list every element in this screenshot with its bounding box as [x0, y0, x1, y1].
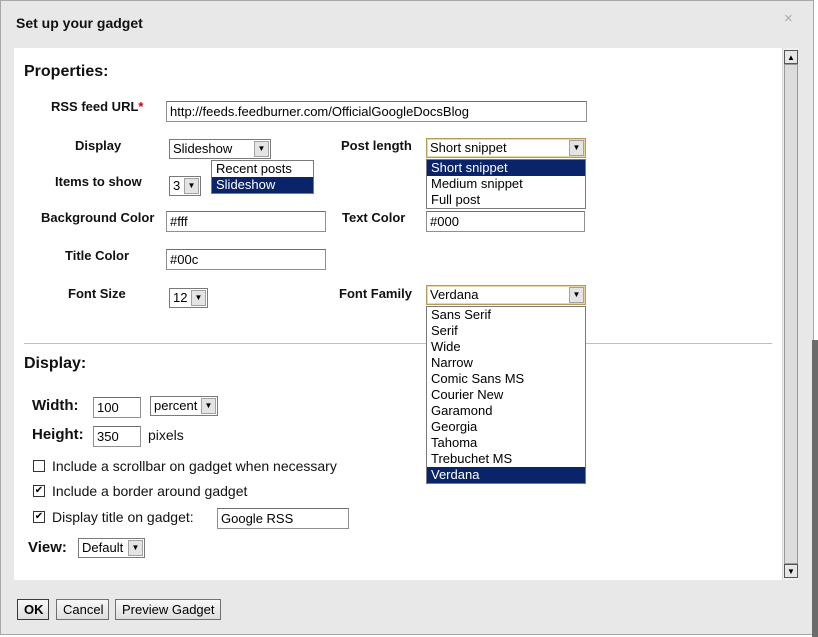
height-input[interactable]: 350	[93, 426, 141, 447]
font-size-label: Font Size	[68, 286, 126, 301]
font-family-option[interactable]: Comic Sans MS	[427, 371, 585, 387]
chevron-down-icon[interactable]: ▼	[191, 290, 206, 306]
ok-button[interactable]: OK	[17, 599, 49, 620]
rss-feed-url-input[interactable]: http://feeds.feedburner.com/OfficialGoog…	[166, 101, 587, 122]
background-color-label: Background Color	[41, 210, 155, 225]
font-family-option[interactable]: Tahoma	[427, 435, 585, 451]
display-option-slideshow[interactable]: Slideshow	[212, 177, 313, 193]
scrollbar-option-label: Include a scrollbar on gadget when neces…	[52, 458, 337, 474]
width-unit-select[interactable]: percent ▼	[150, 396, 218, 416]
chevron-down-icon[interactable]: ▼	[569, 287, 584, 303]
font-family-option-selected[interactable]: Verdana	[427, 467, 585, 483]
chevron-down-icon[interactable]: ▼	[201, 398, 216, 414]
items-to-show-select[interactable]: 3 ▼	[169, 176, 201, 196]
view-select[interactable]: Default ▼	[78, 538, 145, 558]
view-value: Default	[82, 540, 124, 555]
rss-feed-url-label: RSS feed URL*	[51, 99, 143, 114]
title-color-label: Title Color	[65, 248, 130, 263]
font-family-option[interactable]: Garamond	[427, 403, 585, 419]
border-checkbox[interactable]: ✔	[33, 485, 45, 497]
title-color-input[interactable]: #00c	[166, 249, 326, 270]
width-label: Width:	[32, 397, 79, 414]
gadget-title-input[interactable]: Google RSS	[217, 508, 349, 529]
rss-feed-url-label-text: RSS feed URL	[51, 99, 139, 114]
post-length-value: Short snippet	[430, 140, 507, 155]
dialog-title: Set up your gadget	[16, 15, 143, 31]
view-label: View:	[28, 539, 67, 556]
title-checkbox[interactable]: ✔	[33, 511, 45, 523]
gadget-setup-dialog: Set up your gadget × Properties: RSS fee…	[0, 0, 814, 635]
scrollbar-thumb[interactable]	[784, 64, 798, 564]
font-family-select[interactable]: Verdana ▼	[426, 285, 586, 305]
items-to-show-label: Items to show	[55, 174, 142, 189]
post-length-option-full[interactable]: Full post	[427, 192, 585, 208]
display-option-recent-posts[interactable]: Recent posts	[212, 161, 313, 177]
scrollbar-checkbox[interactable]	[33, 460, 45, 472]
text-color-input[interactable]: #000	[426, 211, 585, 232]
font-family-option[interactable]: Wide	[427, 339, 585, 355]
height-label: Height:	[32, 426, 84, 443]
post-length-option-medium[interactable]: Medium snippet	[427, 176, 585, 192]
font-family-option[interactable]: Courier New	[427, 387, 585, 403]
display-select[interactable]: Slideshow ▼	[169, 139, 271, 159]
font-family-option[interactable]: Narrow	[427, 355, 585, 371]
chevron-down-icon[interactable]: ▼	[254, 141, 269, 157]
preview-gadget-button[interactable]: Preview Gadget	[115, 599, 221, 620]
display-heading: Display:	[24, 355, 87, 372]
chevron-down-icon[interactable]: ▼	[128, 540, 143, 556]
text-color-label: Text Color	[342, 210, 406, 225]
border-option-label: Include a border around gadget	[52, 483, 248, 499]
font-family-label: Font Family	[339, 286, 412, 301]
background-color-input[interactable]: #fff	[166, 211, 326, 232]
chevron-down-icon[interactable]: ▼	[184, 178, 199, 194]
height-unit-label: pixels	[148, 427, 184, 443]
font-family-option[interactable]: Sans Serif	[427, 307, 585, 323]
post-length-label: Post length	[341, 138, 412, 153]
properties-heading: Properties:	[24, 63, 109, 80]
font-size-value: 12	[173, 290, 188, 305]
display-label: Display	[75, 138, 122, 153]
font-size-select[interactable]: 12 ▼	[169, 288, 208, 308]
section-divider	[24, 343, 772, 344]
font-family-value: Verdana	[430, 287, 479, 302]
items-to-show-value: 3	[173, 178, 181, 193]
font-family-option[interactable]: Georgia	[427, 419, 585, 435]
post-length-option-short[interactable]: Short snippet	[427, 160, 585, 176]
display-dropdown-list: Recent posts Slideshow	[211, 160, 314, 194]
post-length-dropdown-list: Short snippet Medium snippet Full post	[426, 159, 586, 209]
panel-scrollbar[interactable]: ▲ ▼	[782, 48, 798, 580]
chevron-down-icon[interactable]: ▼	[569, 140, 584, 156]
scroll-down-icon[interactable]: ▼	[784, 564, 798, 578]
title-option-label: Display title on gadget:	[52, 509, 194, 525]
width-unit-value: percent	[154, 398, 198, 413]
font-family-option[interactable]: Trebuchet MS	[427, 451, 585, 467]
window-edge-shadow	[812, 340, 818, 637]
required-marker: *	[138, 99, 144, 114]
settings-panel: Properties: RSS feed URL* http://feeds.f…	[14, 48, 798, 580]
close-icon[interactable]: ×	[784, 10, 793, 27]
cancel-button[interactable]: Cancel	[56, 599, 109, 620]
width-input[interactable]: 100	[93, 397, 141, 418]
display-select-value: Slideshow	[173, 141, 233, 156]
font-family-option[interactable]: Serif	[427, 323, 585, 339]
font-family-dropdown-list: Sans Serif Serif Wide Narrow Comic Sans …	[426, 306, 586, 484]
scroll-up-icon[interactable]: ▲	[784, 50, 798, 64]
post-length-select[interactable]: Short snippet ▼	[426, 138, 586, 158]
